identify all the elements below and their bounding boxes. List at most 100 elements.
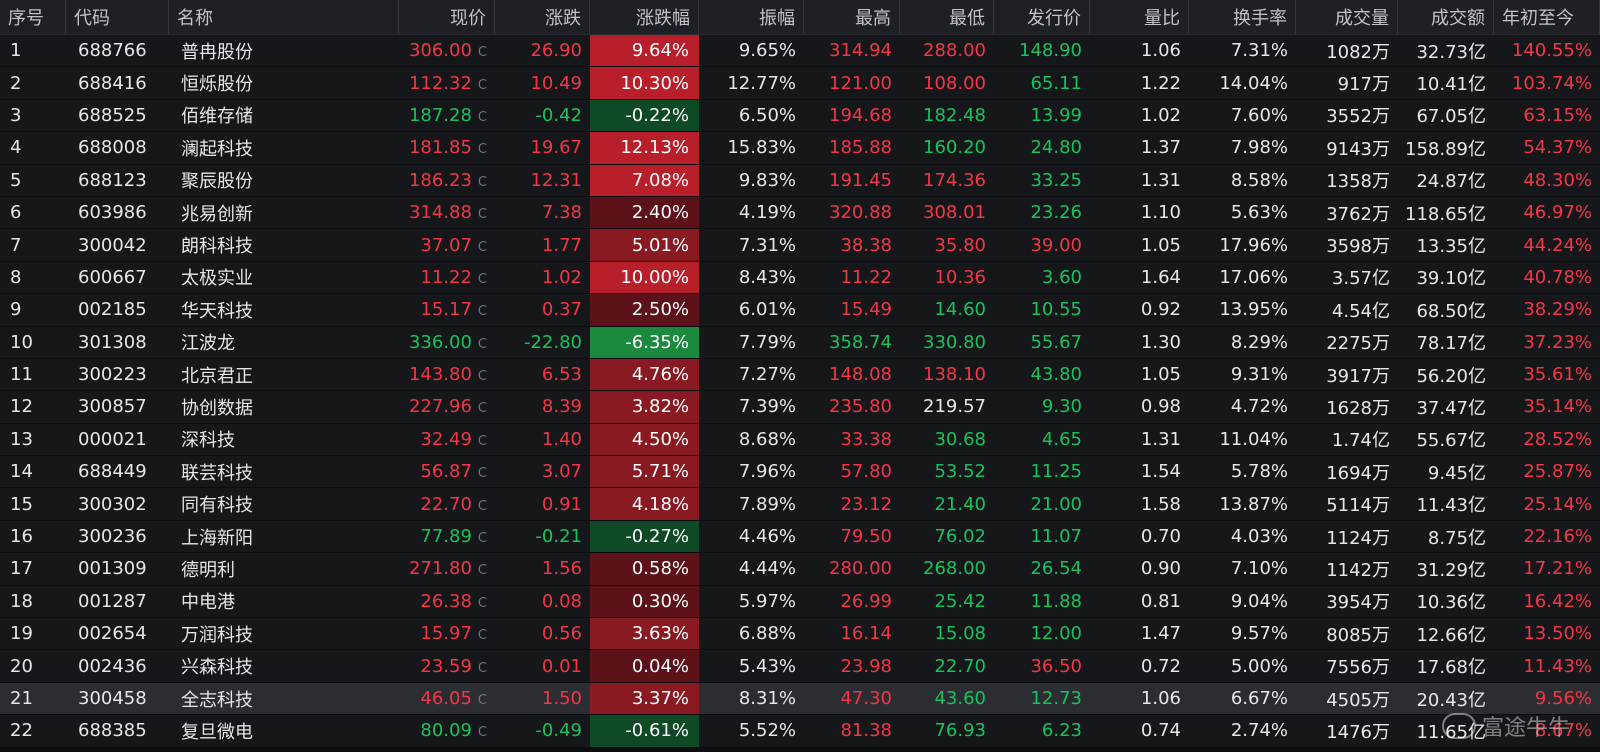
change-pct-cell-text: 5.01% bbox=[631, 234, 689, 256]
table-row[interactable]: 2 688416 恒烁股份 112.32 C 10.49 10.30% 12.77% 121.0… bbox=[0, 67, 1600, 100]
stock-name: 北京君正 bbox=[169, 359, 399, 390]
col-header-amount[interactable]: 成交额 bbox=[1398, 0, 1494, 34]
table-row[interactable]: 11 300223 北京君正 143.80 C 6.53 4.76% 7.27% 148.08 1… bbox=[0, 358, 1600, 392]
col-header-volume[interactable]: 成交量 bbox=[1296, 0, 1398, 34]
table-row[interactable]: 10 301308 江波龙 336.00 C -22.80 -6.35% 7.79% 358.7… bbox=[0, 326, 1600, 359]
ytd-change-text: 11.43% bbox=[1523, 655, 1592, 677]
issue-price: 24.80 bbox=[994, 132, 1090, 163]
amplitude-text: 7.79% bbox=[738, 331, 796, 353]
col-header-high[interactable]: 最高 bbox=[804, 0, 900, 34]
futu-logo-icon bbox=[1441, 713, 1476, 739]
table-row[interactable]: 17 001309 德明利 271.80 C 1.56 0.58% 4.44% 280.00 26… bbox=[0, 553, 1600, 586]
change-pct-cell-text: 3.37% bbox=[631, 688, 689, 709]
high-price-text: 194.68 bbox=[829, 104, 892, 126]
amount-text: 31.29亿 bbox=[1416, 559, 1486, 581]
stock-name-text: 佰维存储 bbox=[181, 106, 253, 128]
stock-name-text: 华天科技 bbox=[181, 300, 253, 322]
amount: 118.65亿 bbox=[1398, 197, 1494, 228]
col-header-low[interactable]: 最低 bbox=[900, 0, 994, 34]
current-price: 112.32 C bbox=[399, 67, 495, 98]
table-row[interactable]: 13 000021 深科技 32.49 C 1.40 4.50% 8.68% 33.38 30.6… bbox=[0, 423, 1600, 457]
amplitude-text: 8.43% bbox=[738, 266, 796, 288]
col-header-index[interactable]: 序号 bbox=[0, 0, 66, 34]
col-header-price[interactable]: 现价 bbox=[399, 0, 495, 34]
amount: 8.75亿 bbox=[1398, 521, 1494, 552]
amount: 11.43亿 bbox=[1398, 488, 1494, 519]
table-row[interactable]: 3 688525 佰维存储 187.28 C -0.42 -0.22% 6.50% 194.68… bbox=[0, 99, 1600, 133]
amplitude-text: 7.96% bbox=[738, 461, 796, 483]
col-header-turnover[interactable]: 换手率 bbox=[1189, 0, 1296, 34]
high-price-text: 11.22 bbox=[840, 266, 892, 288]
table-row[interactable]: 9 002185 华天科技 15.17 C 0.37 2.50% 6.01% 15.49 14.6… bbox=[0, 294, 1600, 327]
ytd-change: 11.43% bbox=[1494, 650, 1600, 681]
table-row[interactable]: 8 600667 太极实业 11.22 C 1.02 10.00% 8.43% 11.22 10.… bbox=[0, 261, 1600, 295]
amount-text: 158.89亿 bbox=[1405, 138, 1486, 160]
table-row[interactable]: 18 001287 中电港 26.38 C 0.08 0.30% 5.97% 26.99 25.4… bbox=[0, 585, 1600, 619]
issue-price-text: 3.60 bbox=[1041, 266, 1082, 288]
ytd-change-text: 54.37% bbox=[1523, 137, 1592, 159]
col-header-code[interactable]: 代码 bbox=[66, 0, 169, 34]
table-row[interactable]: 20 002436 兴森科技 23.59 C 0.01 0.04% 5.43% 23.98 22.… bbox=[0, 650, 1600, 683]
stock-code-text: 600667 bbox=[78, 266, 147, 288]
turnover-rate-text: 13.95% bbox=[1219, 299, 1288, 321]
stock-code-text: 688766 bbox=[78, 40, 147, 62]
table-row[interactable]: 14 688449 联芸科技 56.87 C 3.07 5.71% 7.96% 57.80 53.… bbox=[0, 456, 1600, 489]
col-header-change-pct[interactable]: 涨跌幅 bbox=[590, 0, 699, 34]
col-header-name[interactable]: 名称 bbox=[169, 0, 399, 34]
table-row[interactable]: 22 688385 复旦微电 80.09 C -0.49 -0.61% 5.52% 81.38 7… bbox=[0, 715, 1600, 748]
price-change-text: -22.80 bbox=[523, 331, 582, 353]
issue-price-text: 24.80 bbox=[1030, 137, 1082, 159]
table-row[interactable]: 1 688766 普冉股份 306.00 C 26.90 9.64% 9.65% 314.94 2… bbox=[0, 35, 1600, 68]
stock-name-text: 联芸科技 bbox=[181, 462, 253, 484]
turnover-rate-text: 5.63% bbox=[1230, 202, 1288, 224]
amplitude-text: 6.01% bbox=[738, 299, 796, 321]
issue-price: 148.90 bbox=[994, 35, 1090, 66]
table-row[interactable]: 4 688008 澜起科技 181.85 C 19.67 12.13% 15.83% 185.8… bbox=[0, 132, 1600, 165]
price-change-text: 1.56 bbox=[541, 558, 582, 580]
ytd-change: 48.30% bbox=[1494, 165, 1600, 196]
volume-ratio: 1.30 bbox=[1090, 327, 1189, 358]
volume-text: 5114万 bbox=[1326, 495, 1390, 517]
ytd-change-text: 38.29% bbox=[1523, 299, 1592, 321]
change-pct-cell-text: 0.04% bbox=[631, 655, 689, 677]
table-row[interactable]: 19 002654 万润科技 15.97 C 0.56 3.63% 6.88% 16.14 15.… bbox=[0, 618, 1600, 651]
col-header-change[interactable]: 涨跌 bbox=[495, 0, 590, 34]
high-price-text: 38.38 bbox=[840, 234, 892, 256]
low-price: 35.80 bbox=[900, 229, 994, 260]
amount: 68.50亿 bbox=[1398, 294, 1494, 325]
row-index: 13 bbox=[0, 424, 66, 455]
stock-code: 688385 bbox=[66, 715, 169, 746]
table-row[interactable]: 7 300042 朗科科技 37.07 C 1.77 5.01% 7.31% 38.38 35.8… bbox=[0, 229, 1600, 262]
current-price: 46.05 C bbox=[399, 683, 495, 714]
issue-price-text: 4.65 bbox=[1041, 428, 1082, 450]
table-row[interactable]: 12 300857 协创数据 227.96 C 8.39 3.82% 7.39% 235.80 2… bbox=[0, 391, 1600, 424]
low-price: 76.02 bbox=[900, 521, 994, 552]
turnover-rate-text: 7.10% bbox=[1230, 558, 1288, 580]
table-row[interactable]: 16 300236 上海新阳 77.89 C -0.21 -0.27% 4.46% 79.50 7… bbox=[0, 520, 1600, 554]
row-index: 22 bbox=[0, 715, 66, 746]
ytd-change-text: 28.52% bbox=[1523, 428, 1592, 450]
ytd-change: 35.14% bbox=[1494, 391, 1600, 422]
high-price: 26.99 bbox=[804, 586, 900, 617]
ytd-change: 25.14% bbox=[1494, 488, 1600, 519]
table-row[interactable]: 21 300458 全志科技 46.05 C 1.50 3.37% 8.31% 47.30 43.… bbox=[0, 682, 1600, 716]
issue-price: 6.23 bbox=[994, 715, 1090, 746]
change-pct-cell-text: 3.82% bbox=[631, 396, 689, 418]
col-header-issue-price[interactable]: 发行价 bbox=[994, 0, 1090, 34]
col-header-amplitude[interactable]: 振幅 bbox=[699, 0, 804, 34]
table-row[interactable]: 6 603986 兆易创新 314.88 C 7.38 2.40% 4.19% 320.88 30… bbox=[0, 196, 1600, 230]
table-row[interactable]: 5 688123 聚辰股份 186.23 C 12.31 7.08% 9.83% 191.45 1… bbox=[0, 164, 1600, 197]
high-price: 148.08 bbox=[804, 359, 900, 390]
volume-ratio-text: 1.64 bbox=[1140, 266, 1181, 288]
stock-code-text: 688008 bbox=[78, 137, 147, 159]
col-header-ytd[interactable]: 年初至今 bbox=[1494, 0, 1600, 34]
turnover-rate-text: 8.58% bbox=[1230, 169, 1288, 191]
turnover-rate-text: 9.31% bbox=[1230, 364, 1288, 386]
col-header-volume-ratio[interactable]: 量比 bbox=[1090, 0, 1189, 34]
volume: 3598万 bbox=[1296, 229, 1398, 260]
change-pct-cell-text: -0.61% bbox=[625, 720, 689, 742]
volume-ratio-text: 1.02 bbox=[1140, 104, 1181, 126]
amplitude-text: 7.31% bbox=[738, 234, 796, 256]
issue-price: 11.07 bbox=[994, 521, 1090, 552]
table-row[interactable]: 15 300302 同有科技 22.70 C 0.91 4.18% 7.89% 23.12 21.… bbox=[0, 488, 1600, 521]
